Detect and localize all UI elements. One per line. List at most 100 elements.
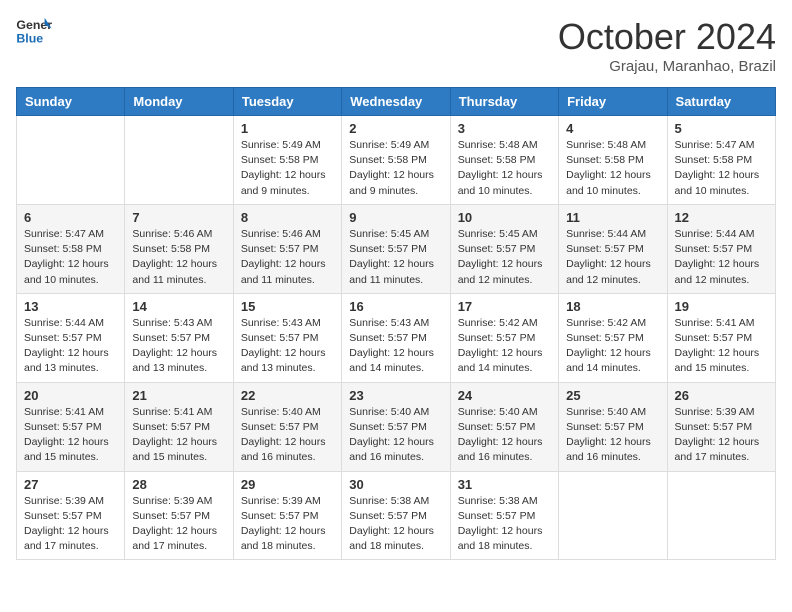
- calendar-cell: 29 Sunrise: 5:39 AM Sunset: 5:57 PM Dayli…: [233, 471, 341, 560]
- day-number: 18: [566, 299, 659, 314]
- calendar-cell: 7 Sunrise: 5:46 AM Sunset: 5:58 PM Daylig…: [125, 204, 233, 293]
- day-number: 27: [24, 477, 117, 492]
- day-info: Sunrise: 5:49 AM Sunset: 5:58 PM Dayligh…: [349, 138, 442, 199]
- day-info: Sunrise: 5:48 AM Sunset: 5:58 PM Dayligh…: [566, 138, 659, 199]
- calendar-cell: 4 Sunrise: 5:48 AM Sunset: 5:58 PM Daylig…: [559, 116, 667, 205]
- logo: General Blue: [16, 16, 52, 46]
- day-number: 4: [566, 121, 659, 136]
- day-number: 7: [132, 210, 225, 225]
- calendar-cell: 20 Sunrise: 5:41 AM Sunset: 5:57 PM Dayli…: [17, 382, 125, 471]
- day-info: Sunrise: 5:41 AM Sunset: 5:57 PM Dayligh…: [24, 405, 117, 466]
- calendar-week-row: 6Sunrise: 5:47 AM Sunset: 5:58 PM Daylig…: [17, 204, 776, 293]
- day-info: Sunrise: 5:45 AM Sunset: 5:57 PM Dayligh…: [458, 227, 551, 288]
- day-number: 17: [458, 299, 551, 314]
- day-info: Sunrise: 5:40 AM Sunset: 5:57 PM Dayligh…: [349, 405, 442, 466]
- day-of-week-header: Thursday: [450, 88, 558, 116]
- calendar-week-row: 20 Sunrise: 5:41 AM Sunset: 5:57 PM Dayli…: [17, 382, 776, 471]
- day-number: 3: [458, 121, 551, 136]
- day-number: 10: [458, 210, 551, 225]
- day-info: Sunrise: 5:42 AM Sunset: 5:57 PM Dayligh…: [566, 316, 659, 377]
- calendar-cell: [17, 116, 125, 205]
- day-info: Sunrise: 5:47 AM Sunset: 5:58 PM Dayligh…: [675, 138, 768, 199]
- day-number: 9: [349, 210, 442, 225]
- day-number: 6: [24, 210, 117, 225]
- day-number: 30: [349, 477, 442, 492]
- day-number: 19: [675, 299, 768, 314]
- day-info: Sunrise: 5:40 AM Sunset: 5:57 PM Dayligh…: [241, 405, 334, 466]
- day-info: Sunrise: 5:44 AM Sunset: 5:57 PM Dayligh…: [566, 227, 659, 288]
- calendar-cell: 16 Sunrise: 5:43 AM Sunset: 5:57 PM Dayli…: [342, 293, 450, 382]
- calendar-cell: 27 Sunrise: 5:39 AM Sunset: 5:57 PM Dayli…: [17, 471, 125, 560]
- day-info: Sunrise: 5:44 AM Sunset: 5:57 PM Dayligh…: [24, 316, 117, 377]
- calendar-cell: 17 Sunrise: 5:42 AM Sunset: 5:57 PM Dayli…: [450, 293, 558, 382]
- day-number: 29: [241, 477, 334, 492]
- day-number: 14: [132, 299, 225, 314]
- day-number: 31: [458, 477, 551, 492]
- calendar-cell: 30 Sunrise: 5:38 AM Sunset: 5:57 PM Dayli…: [342, 471, 450, 560]
- day-info: Sunrise: 5:39 AM Sunset: 5:57 PM Dayligh…: [675, 405, 768, 466]
- day-number: 15: [241, 299, 334, 314]
- calendar-cell: 21Sunrise: 5:41 AM Sunset: 5:57 PM Dayli…: [125, 382, 233, 471]
- logo-icon: General Blue: [16, 16, 52, 46]
- day-info: Sunrise: 5:39 AM Sunset: 5:57 PM Dayligh…: [241, 494, 334, 555]
- day-of-week-header: Sunday: [17, 88, 125, 116]
- day-info: Sunrise: 5:39 AM Sunset: 5:57 PM Dayligh…: [24, 494, 117, 555]
- calendar-cell: 1 Sunrise: 5:49 AM Sunset: 5:58 PM Daylig…: [233, 116, 341, 205]
- day-info: Sunrise: 5:41 AM Sunset: 5:57 PM Dayligh…: [675, 316, 768, 377]
- calendar-cell: 22 Sunrise: 5:40 AM Sunset: 5:57 PM Dayli…: [233, 382, 341, 471]
- calendar-cell: 6Sunrise: 5:47 AM Sunset: 5:58 PM Daylig…: [17, 204, 125, 293]
- svg-text:Blue: Blue: [16, 31, 43, 45]
- calendar-header-row: SundayMondayTuesdayWednesdayThursdayFrid…: [17, 88, 776, 116]
- day-of-week-header: Tuesday: [233, 88, 341, 116]
- day-number: 20: [24, 388, 117, 403]
- day-info: Sunrise: 5:41 AM Sunset: 5:57 PM Dayligh…: [132, 405, 225, 466]
- day-info: Sunrise: 5:46 AM Sunset: 5:57 PM Dayligh…: [241, 227, 334, 288]
- day-info: Sunrise: 5:39 AM Sunset: 5:57 PM Dayligh…: [132, 494, 225, 555]
- day-info: Sunrise: 5:43 AM Sunset: 5:57 PM Dayligh…: [241, 316, 334, 377]
- day-info: Sunrise: 5:49 AM Sunset: 5:58 PM Dayligh…: [241, 138, 334, 199]
- day-number: 28: [132, 477, 225, 492]
- calendar-cell: 8 Sunrise: 5:46 AM Sunset: 5:57 PM Daylig…: [233, 204, 341, 293]
- day-number: 2: [349, 121, 442, 136]
- calendar-cell: 23 Sunrise: 5:40 AM Sunset: 5:57 PM Dayli…: [342, 382, 450, 471]
- calendar-table: SundayMondayTuesdayWednesdayThursdayFrid…: [16, 87, 776, 560]
- day-number: 23: [349, 388, 442, 403]
- day-number: 12: [675, 210, 768, 225]
- month-title: October 2024: [558, 16, 776, 58]
- day-of-week-header: Wednesday: [342, 88, 450, 116]
- day-info: Sunrise: 5:42 AM Sunset: 5:57 PM Dayligh…: [458, 316, 551, 377]
- calendar-cell: 15 Sunrise: 5:43 AM Sunset: 5:57 PM Dayli…: [233, 293, 341, 382]
- day-info: Sunrise: 5:44 AM Sunset: 5:57 PM Dayligh…: [675, 227, 768, 288]
- calendar-cell: 2 Sunrise: 5:49 AM Sunset: 5:58 PM Daylig…: [342, 116, 450, 205]
- day-number: 8: [241, 210, 334, 225]
- day-number: 1: [241, 121, 334, 136]
- day-info: Sunrise: 5:46 AM Sunset: 5:58 PM Dayligh…: [132, 227, 225, 288]
- day-info: Sunrise: 5:43 AM Sunset: 5:57 PM Dayligh…: [132, 316, 225, 377]
- calendar-cell: [559, 471, 667, 560]
- calendar-cell: 24Sunrise: 5:40 AM Sunset: 5:57 PM Dayli…: [450, 382, 558, 471]
- calendar-cell: 10 Sunrise: 5:45 AM Sunset: 5:57 PM Dayli…: [450, 204, 558, 293]
- day-number: 22: [241, 388, 334, 403]
- day-info: Sunrise: 5:38 AM Sunset: 5:57 PM Dayligh…: [349, 494, 442, 555]
- calendar-cell: 5Sunrise: 5:47 AM Sunset: 5:58 PM Daylig…: [667, 116, 775, 205]
- calendar-cell: 26Sunrise: 5:39 AM Sunset: 5:57 PM Dayli…: [667, 382, 775, 471]
- calendar-cell: 11 Sunrise: 5:44 AM Sunset: 5:57 PM Dayli…: [559, 204, 667, 293]
- page-header: General Blue October 2024 Grajau, Maranh…: [16, 16, 776, 75]
- day-number: 11: [566, 210, 659, 225]
- calendar-cell: [667, 471, 775, 560]
- day-number: 24: [458, 388, 551, 403]
- day-info: Sunrise: 5:48 AM Sunset: 5:58 PM Dayligh…: [458, 138, 551, 199]
- day-number: 16: [349, 299, 442, 314]
- location-subtitle: Grajau, Maranhao, Brazil: [558, 58, 776, 75]
- title-block: October 2024 Grajau, Maranhao, Brazil: [558, 16, 776, 75]
- day-info: Sunrise: 5:43 AM Sunset: 5:57 PM Dayligh…: [349, 316, 442, 377]
- day-info: Sunrise: 5:45 AM Sunset: 5:57 PM Dayligh…: [349, 227, 442, 288]
- calendar-week-row: 1 Sunrise: 5:49 AM Sunset: 5:58 PM Daylig…: [17, 116, 776, 205]
- calendar-cell: 12 Sunrise: 5:44 AM Sunset: 5:57 PM Dayli…: [667, 204, 775, 293]
- calendar-cell: 19 Sunrise: 5:41 AM Sunset: 5:57 PM Dayli…: [667, 293, 775, 382]
- calendar-cell: [125, 116, 233, 205]
- day-of-week-header: Friday: [559, 88, 667, 116]
- day-number: 25: [566, 388, 659, 403]
- day-of-week-header: Saturday: [667, 88, 775, 116]
- day-info: Sunrise: 5:40 AM Sunset: 5:57 PM Dayligh…: [566, 405, 659, 466]
